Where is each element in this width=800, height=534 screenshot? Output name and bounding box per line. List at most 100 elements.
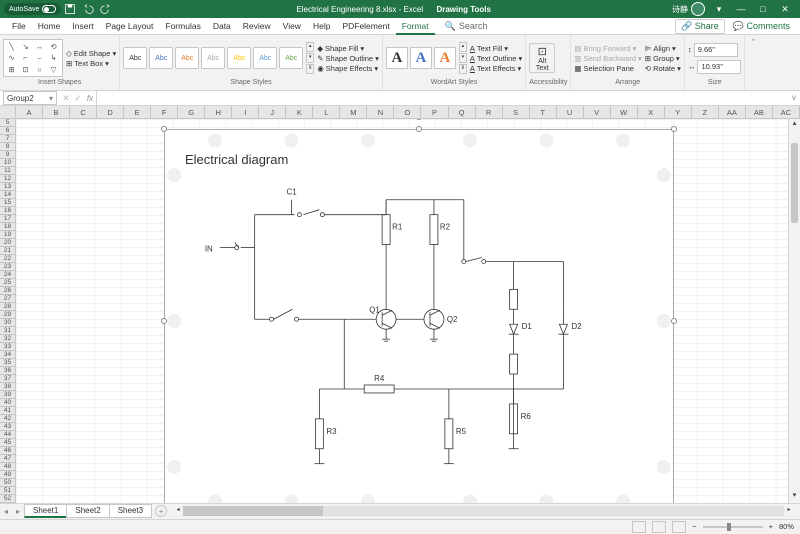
wa-more[interactable]: ⊻: [459, 64, 467, 74]
align-button[interactable]: ⊫ Align ▾: [645, 44, 681, 53]
ribbon-tab-data[interactable]: Data: [207, 19, 237, 34]
autosave-toggle[interactable]: AutoSave: [4, 3, 61, 15]
user-avatar[interactable]: [691, 2, 705, 16]
row-header[interactable]: 30: [0, 319, 15, 327]
row-header[interactable]: 44: [0, 431, 15, 439]
column-header[interactable]: I: [232, 106, 259, 118]
column-header[interactable]: U: [557, 106, 584, 118]
shape-outline-button[interactable]: ✎ Shape Outline ▾: [317, 54, 379, 63]
zoom-out-button[interactable]: −: [692, 522, 696, 531]
undo-icon[interactable]: [82, 3, 94, 15]
column-header[interactable]: A: [16, 106, 43, 118]
column-header[interactable]: P: [421, 106, 448, 118]
row-header[interactable]: 41: [0, 407, 15, 415]
column-header[interactable]: Z: [692, 106, 719, 118]
gallery-up-icon[interactable]: ▴: [306, 42, 314, 52]
wordart-gallery[interactable]: A A A: [386, 47, 456, 69]
row-header[interactable]: 35: [0, 359, 15, 367]
text-effects-button[interactable]: A Text Effects ▾: [470, 64, 522, 73]
column-header[interactable]: Y: [665, 106, 692, 118]
shape-fill-button[interactable]: ◆ Shape Fill ▾: [317, 44, 379, 53]
wa-up[interactable]: ▴: [459, 42, 467, 52]
row-header[interactable]: 47: [0, 455, 15, 463]
gallery-more-icon[interactable]: ⊻: [306, 64, 314, 74]
rotate-button[interactable]: ⟲ Rotate ▾: [645, 64, 681, 73]
column-header[interactable]: K: [286, 106, 313, 118]
ribbon-options-button[interactable]: ▾: [708, 0, 730, 18]
row-header[interactable]: 42: [0, 415, 15, 423]
text-fill-button[interactable]: A Text Fill ▾: [470, 44, 522, 53]
selection-pane-button[interactable]: ▦ Selection Pane: [574, 64, 641, 73]
row-header[interactable]: 51: [0, 487, 15, 495]
comments-button[interactable]: 💬 Comments: [729, 20, 794, 33]
row-header[interactable]: 46: [0, 447, 15, 455]
search-label[interactable]: Search: [459, 21, 488, 31]
row-header[interactable]: 39: [0, 391, 15, 399]
row-header[interactable]: 33: [0, 343, 15, 351]
fx-icon[interactable]: fx: [84, 94, 96, 103]
text-outline-button[interactable]: A Text Outline ▾: [470, 54, 522, 63]
row-header[interactable]: 14: [0, 191, 15, 199]
sheet-nav-next[interactable]: ▸: [12, 507, 24, 516]
row-header[interactable]: 50: [0, 479, 15, 487]
sheet-nav-prev[interactable]: ◂: [0, 507, 12, 516]
row-header[interactable]: 9: [0, 151, 15, 159]
column-header[interactable]: V: [584, 106, 611, 118]
row-header[interactable]: 24: [0, 271, 15, 279]
row-header[interactable]: 26: [0, 287, 15, 295]
shape-style-gallery[interactable]: Abc Abc Abc Abc Abc Abc Abc: [123, 47, 303, 69]
shape-effects-button[interactable]: ◉ Shape Effects ▾: [317, 64, 379, 73]
row-header[interactable]: 40: [0, 399, 15, 407]
scroll-down-icon[interactable]: ▾: [789, 491, 800, 503]
column-header[interactable]: AC: [773, 106, 800, 118]
row-header[interactable]: 52: [0, 495, 15, 503]
column-header[interactable]: J: [259, 106, 286, 118]
height-input[interactable]: 9.66": [694, 43, 738, 57]
normal-view-button[interactable]: [632, 521, 646, 533]
row-header[interactable]: 43: [0, 423, 15, 431]
row-header[interactable]: 6: [0, 127, 15, 135]
column-header[interactable]: D: [97, 106, 124, 118]
collapse-ribbon-icon[interactable]: ˇ: [752, 38, 755, 48]
row-headers[interactable]: 5678910111213141516171819202122232425262…: [0, 119, 16, 503]
row-header[interactable]: 15: [0, 199, 15, 207]
row-header[interactable]: 5: [0, 119, 15, 127]
worksheet-cells[interactable]: Electrical diagram IN: [16, 119, 788, 503]
row-header[interactable]: 18: [0, 223, 15, 231]
row-header[interactable]: 23: [0, 263, 15, 271]
row-header[interactable]: 28: [0, 303, 15, 311]
row-header[interactable]: 25: [0, 279, 15, 287]
scroll-up-icon[interactable]: ▴: [789, 119, 800, 131]
ribbon-tab-file[interactable]: File: [6, 19, 32, 34]
column-header[interactable]: F: [151, 106, 178, 118]
shape-gallery[interactable]: ╲↘↔⟲ ∿⌐⎯↳ ⊞⊡○▽: [3, 39, 63, 77]
column-header[interactable]: O: [394, 106, 421, 118]
column-header[interactable]: H: [205, 106, 232, 118]
row-header[interactable]: 22: [0, 255, 15, 263]
row-header[interactable]: 19: [0, 231, 15, 239]
column-header[interactable]: M: [340, 106, 367, 118]
column-headers[interactable]: ABCDEFGHIJKLMNOPQRSTUVWXYZAAABAC: [0, 106, 800, 119]
row-header[interactable]: 29: [0, 311, 15, 319]
row-header[interactable]: 31: [0, 327, 15, 335]
column-header[interactable]: AB: [746, 106, 773, 118]
column-header[interactable]: S: [503, 106, 530, 118]
sheet-tab-sheet2[interactable]: Sheet2: [66, 504, 109, 518]
row-header[interactable]: 34: [0, 351, 15, 359]
column-header[interactable]: N: [367, 106, 394, 118]
column-header[interactable]: W: [611, 106, 638, 118]
row-header[interactable]: 45: [0, 439, 15, 447]
row-header[interactable]: 12: [0, 175, 15, 183]
ribbon-tab-formulas[interactable]: Formulas: [159, 19, 206, 34]
formula-input[interactable]: [96, 91, 788, 105]
rotate-handle[interactable]: [416, 119, 422, 120]
column-header[interactable]: R: [476, 106, 503, 118]
redo-icon[interactable]: [100, 3, 112, 15]
page-layout-view-button[interactable]: [652, 521, 666, 533]
sheet-tab-sheet1[interactable]: Sheet1: [24, 504, 67, 518]
maximize-button[interactable]: □: [752, 0, 774, 18]
row-header[interactable]: 7: [0, 135, 15, 143]
edit-shape-button[interactable]: ◇ Edit Shape ▾: [66, 49, 116, 58]
column-header[interactable]: B: [43, 106, 70, 118]
group-button[interactable]: ⊞ Group ▾: [645, 54, 681, 63]
